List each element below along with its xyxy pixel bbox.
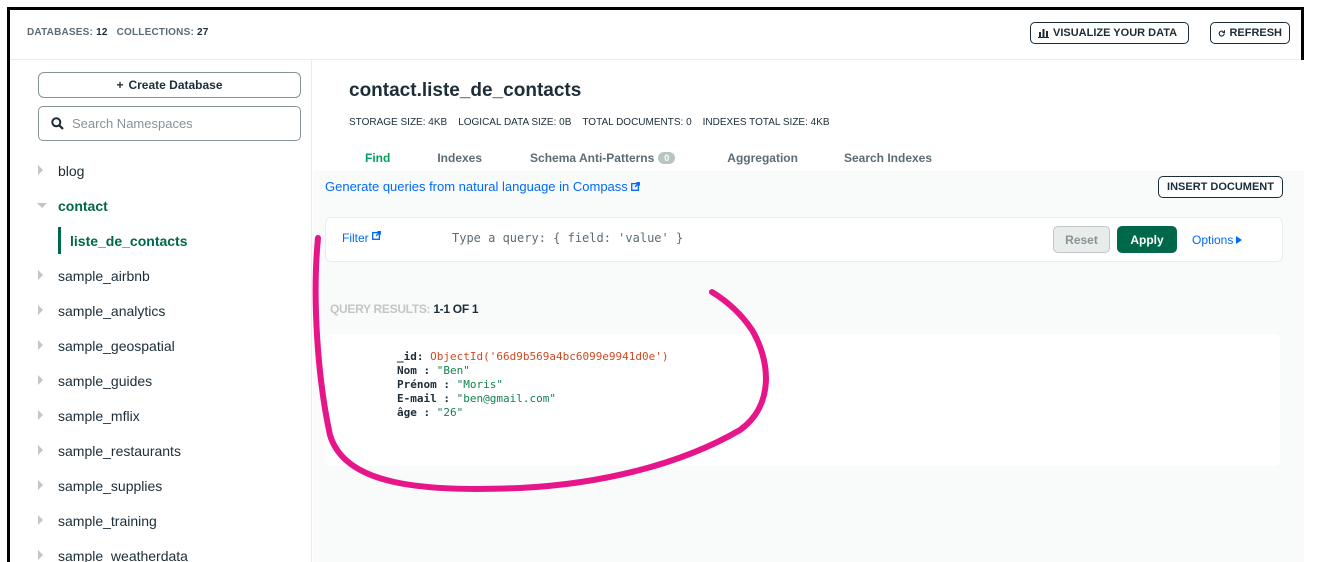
sidebar-item-sample-training[interactable]: sample_training	[10, 503, 311, 538]
caret-right-icon	[38, 550, 43, 560]
collection-title: contact.liste_de_contacts	[349, 80, 582, 101]
caret-right-icon	[38, 410, 43, 420]
filter-bar: Filter Reset Apply Options	[325, 217, 1283, 262]
sidebar-item-sample-supplies[interactable]: sample_supplies	[10, 468, 311, 503]
sidebar-item-contact[interactable]: contact	[10, 188, 311, 223]
caret-right-icon	[38, 515, 43, 525]
logical-data-size: LOGICAL DATA SIZE: 0B	[458, 117, 572, 128]
sidebar-item-sample-geospatial[interactable]: sample_geospatial	[10, 328, 311, 363]
caret-right-icon	[38, 305, 43, 315]
caret-right-icon	[38, 340, 43, 350]
query-results-count: QUERY RESULTS: 1-1 OF 1	[330, 302, 479, 316]
apply-button[interactable]: Apply	[1117, 226, 1177, 253]
caret-right-icon	[38, 480, 43, 490]
collection-stats: STORAGE SIZE: 4KB LOGICAL DATA SIZE: 0B …	[349, 117, 830, 128]
total-documents: TOTAL DOCUMENTS: 0	[582, 117, 692, 128]
document-fields: _id: ObjectId('66d9b569a4bc6099e9941d0e'…	[397, 350, 669, 420]
natural-language-query-link[interactable]: Generate queries from natural language i…	[325, 179, 641, 194]
collection-header: contact.liste_de_contacts STORAGE SIZE: …	[313, 60, 1304, 171]
document-card[interactable]: _id: ObjectId('66d9b569a4bc6099e9941d0e'…	[325, 334, 1280, 466]
external-link-icon	[372, 231, 381, 240]
search-icon	[51, 117, 64, 130]
bar-chart-icon	[1038, 29, 1049, 38]
sidebar-item-sample-guides[interactable]: sample_guides	[10, 363, 311, 398]
tab-search-indexes[interactable]: Search Indexes	[844, 145, 932, 171]
caret-down-icon	[37, 203, 47, 208]
database-collection-counts: DATABASES: 12 COLLECTIONS: 27	[27, 27, 209, 38]
sidebar: + Create Database blog contact liste_de_…	[10, 60, 312, 562]
caret-right-icon	[38, 375, 43, 385]
collection-tabs: Find Indexes Schema Anti-Patterns 0 Aggr…	[313, 145, 1304, 171]
refresh-button[interactable]: REFRESH	[1210, 22, 1290, 44]
indexes-total-size: INDEXES TOTAL SIZE: 4KB	[702, 117, 830, 128]
database-count: 12	[96, 27, 108, 38]
field-nom: Nom : "Ben"	[397, 364, 470, 377]
field-id: _id: ObjectId('66d9b569a4bc6099e9941d0e'…	[397, 350, 669, 363]
visualize-data-button[interactable]: VISUALIZE YOUR DATA	[1030, 22, 1189, 44]
sidebar-item-sample-restaurants[interactable]: sample_restaurants	[10, 433, 311, 468]
schema-count-badge: 0	[658, 152, 676, 164]
caret-right-icon	[38, 270, 43, 280]
field-age: âge : "26"	[397, 406, 464, 419]
app-window: DATABASES: 12 COLLECTIONS: 27 VISUALIZE …	[7, 7, 1304, 562]
reset-button[interactable]: Reset	[1053, 226, 1110, 253]
tab-indexes[interactable]: Indexes	[437, 145, 482, 171]
external-link-icon	[631, 182, 641, 191]
sidebar-item-liste-de-contacts[interactable]: liste_de_contacts	[10, 223, 311, 258]
collection-panel: contact.liste_de_contacts STORAGE SIZE: …	[313, 60, 1304, 562]
search-namespaces-input[interactable]	[72, 116, 282, 131]
tab-aggregation[interactable]: Aggregation	[727, 145, 798, 171]
refresh-icon	[1218, 29, 1226, 37]
create-database-button[interactable]: + Create Database	[38, 72, 301, 98]
sidebar-item-sample-analytics[interactable]: sample_analytics	[10, 293, 311, 328]
field-prenom: Prénom : "Moris"	[397, 378, 503, 391]
sidebar-item-sample-airbnb[interactable]: sample_airbnb	[10, 258, 311, 293]
insert-document-button[interactable]: INSERT DOCUMENT	[1158, 176, 1283, 198]
caret-right-icon	[1236, 236, 1243, 244]
storage-size: STORAGE SIZE: 4KB	[349, 117, 448, 128]
tab-find[interactable]: Find	[365, 145, 390, 171]
sidebar-item-sample-mflix[interactable]: sample_mflix	[10, 398, 311, 433]
tab-schema-anti-patterns[interactable]: Schema Anti-Patterns 0	[530, 145, 676, 171]
field-email: E-mail : "ben@gmail.com"	[397, 392, 556, 405]
collection-count: 27	[196, 27, 209, 38]
filter-query-input[interactable]	[452, 231, 1002, 245]
caret-right-icon	[38, 445, 43, 455]
options-toggle[interactable]: Options	[1192, 233, 1243, 247]
search-namespaces	[38, 106, 301, 141]
sidebar-item-sample-weatherdata[interactable]: sample_weatherdata	[10, 538, 311, 562]
sidebar-item-blog[interactable]: blog	[10, 153, 311, 188]
plus-icon: +	[116, 78, 124, 92]
namespace-list: blog contact liste_de_contacts sample_ai…	[10, 153, 311, 562]
filter-link[interactable]: Filter	[342, 231, 381, 245]
top-bar: DATABASES: 12 COLLECTIONS: 27 VISUALIZE …	[10, 10, 1301, 60]
caret-right-icon	[38, 165, 43, 175]
